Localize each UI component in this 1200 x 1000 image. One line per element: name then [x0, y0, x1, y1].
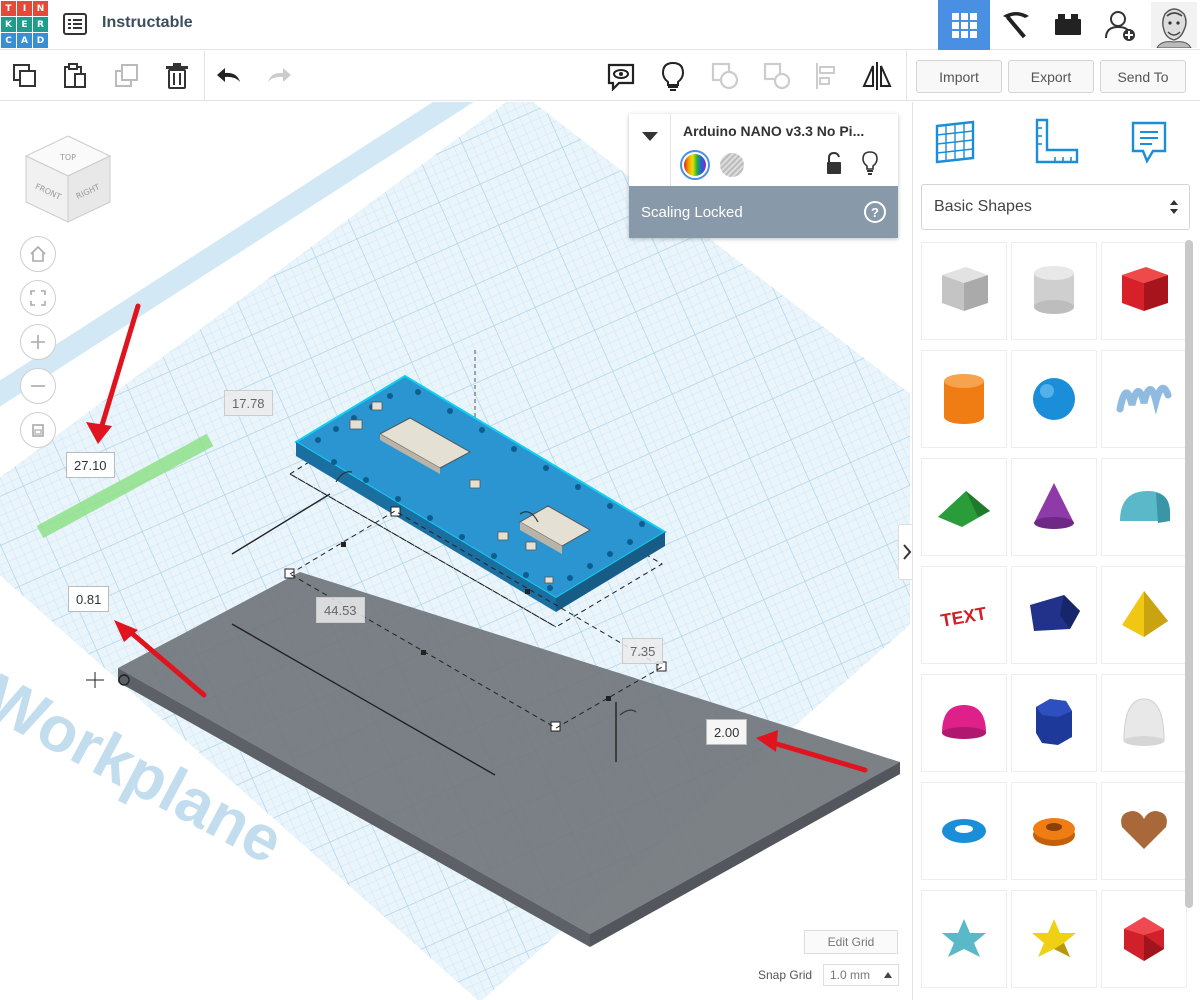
home-view-icon[interactable]	[20, 236, 56, 272]
logo-letter: R	[33, 17, 48, 32]
shape-sphere-icon[interactable]	[1011, 350, 1097, 448]
logo-letter: K	[1, 17, 16, 32]
shape-star-yellow-icon[interactable]	[1011, 890, 1097, 988]
dimension-length-label[interactable]: 44.53	[316, 597, 365, 623]
visibility-bulb-icon[interactable]	[861, 150, 879, 176]
duplicate-icon[interactable]	[110, 59, 144, 93]
align-icon[interactable]	[810, 59, 844, 93]
dimension-width-label[interactable]: 17.78	[224, 390, 273, 416]
snap-grid-value: 1.0 mm	[830, 968, 871, 982]
shape-roof-icon[interactable]	[921, 458, 1007, 556]
logo-letter: I	[17, 1, 32, 16]
zoom-out-icon[interactable]	[20, 368, 56, 404]
shape-tube-icon[interactable]	[1011, 782, 1097, 880]
lock-icon[interactable]	[825, 151, 843, 176]
3d-design-view-icon[interactable]	[938, 0, 990, 50]
shape-box-icon[interactable]	[1101, 242, 1187, 340]
shape-polygon-icon[interactable]	[1011, 566, 1097, 664]
fit-view-icon[interactable]	[20, 280, 56, 316]
shape-pyramid-icon[interactable]	[1101, 566, 1187, 664]
group-icon[interactable]	[708, 59, 742, 93]
redo-icon[interactable]	[262, 59, 296, 93]
inspector-collapse-icon[interactable]	[629, 114, 671, 186]
resize-handle[interactable]	[390, 506, 401, 517]
show-all-bulb-icon[interactable]	[656, 59, 690, 93]
toolbar: Import Export Send To	[0, 51, 1200, 101]
caret-up-icon	[884, 972, 892, 978]
shape-cone-icon[interactable]	[1011, 458, 1097, 556]
shape-cylinder-icon[interactable]	[921, 350, 1007, 448]
mirror-icon[interactable]	[860, 59, 894, 93]
import-button[interactable]: Import	[916, 60, 1002, 93]
logo-letter: C	[1, 33, 16, 48]
shape-box-hole-icon[interactable]	[921, 242, 1007, 340]
color-picker-icon[interactable]	[680, 150, 710, 180]
dimension-plate-height-label[interactable]: 2.00	[706, 719, 748, 745]
help-icon[interactable]: ?	[864, 201, 886, 223]
dimension-elevation-label[interactable]: 0.81	[68, 586, 110, 612]
scaling-status: Scaling Locked	[641, 203, 743, 221]
logo-letter: T	[1, 1, 16, 16]
logo-letter: A	[17, 33, 32, 48]
tinkercad-logo[interactable]: TIN KER CAD	[1, 1, 48, 48]
logo-letter: N	[33, 1, 48, 16]
shape-paraboloid-icon[interactable]	[1101, 674, 1187, 772]
shapes-panel: Basic Shapes TEXT	[912, 102, 1200, 1000]
hole-toggle-icon[interactable]	[719, 152, 745, 178]
export-button[interactable]: Export	[1008, 60, 1094, 93]
edit-grid-button[interactable]: Edit Grid	[804, 930, 898, 954]
shape-text-icon[interactable]: TEXT	[921, 566, 1007, 664]
notes-tab-icon[interactable]	[1119, 114, 1179, 170]
grid-tab-icon[interactable]	[925, 114, 985, 170]
user-avatar[interactable]	[1148, 0, 1200, 50]
dimension-height-label[interactable]: 7.35	[622, 638, 664, 664]
logo-letter: D	[33, 33, 48, 48]
delete-icon[interactable]	[160, 59, 194, 93]
shape-cylinder-hole-icon[interactable]	[1011, 242, 1097, 340]
ruler-tab-icon[interactable]	[1025, 114, 1085, 170]
select-arrows-icon	[1170, 200, 1178, 214]
design-title[interactable]: Instructable	[102, 14, 193, 32]
shape-icosahedron-icon[interactable]	[1101, 890, 1187, 988]
send-to-button[interactable]: Send To	[1100, 60, 1186, 93]
shape-inspector: Arduino NANO v3.3 No Pi... Scaling Locke…	[629, 114, 898, 238]
design-list-icon[interactable]	[62, 12, 88, 36]
shape-star-icon[interactable]	[921, 890, 1007, 988]
ungroup-icon[interactable]	[760, 59, 794, 93]
shape-half-sphere-icon[interactable]	[921, 674, 1007, 772]
shape-name[interactable]: Arduino NANO v3.3 No Pi...	[683, 123, 864, 139]
shape-torus-icon[interactable]	[921, 782, 1007, 880]
shape-scribble-icon[interactable]	[1101, 350, 1187, 448]
view-cube[interactable]: TOP FRONT RIGHT	[22, 130, 114, 226]
zoom-in-icon[interactable]	[20, 324, 56, 360]
undo-icon[interactable]	[212, 59, 246, 93]
shape-heart-icon[interactable]	[1101, 782, 1187, 880]
top-header: TIN KER CAD Instructable	[0, 0, 1200, 50]
bricks-icon[interactable]	[1042, 0, 1094, 50]
snap-grid-select[interactable]: 1.0 mm	[823, 964, 899, 986]
svg-text:TOP: TOP	[59, 153, 76, 162]
dimension-depth-label[interactable]: 27.10	[66, 452, 115, 478]
shape-category-value: Basic Shapes	[934, 198, 1032, 215]
perspective-toggle-icon[interactable]	[20, 412, 56, 448]
copy-icon[interactable]	[8, 59, 42, 93]
scaling-locked-bar: Scaling Locked ?	[629, 186, 898, 238]
panel-scrollbar[interactable]	[1185, 240, 1193, 908]
codeblocks-pickaxe-icon[interactable]	[990, 0, 1042, 50]
logo-letter: E	[17, 17, 32, 32]
notes-icon[interactable]	[604, 59, 638, 93]
workspace-canvas[interactable]: Workplane TOP FRONT RIGHT 17.78 27.10 0.…	[0, 102, 910, 1000]
snap-grid-label: Snap Grid	[758, 968, 813, 982]
paste-icon[interactable]	[58, 59, 92, 93]
shape-round-roof-icon[interactable]	[1101, 458, 1187, 556]
add-user-icon[interactable]	[1094, 0, 1146, 50]
svg-text:TEXT: TEXT	[939, 603, 988, 631]
resize-handle[interactable]	[284, 568, 295, 579]
shape-category-select[interactable]: Basic Shapes	[921, 184, 1190, 230]
shape-hexagonal-prism-icon[interactable]	[1011, 674, 1097, 772]
